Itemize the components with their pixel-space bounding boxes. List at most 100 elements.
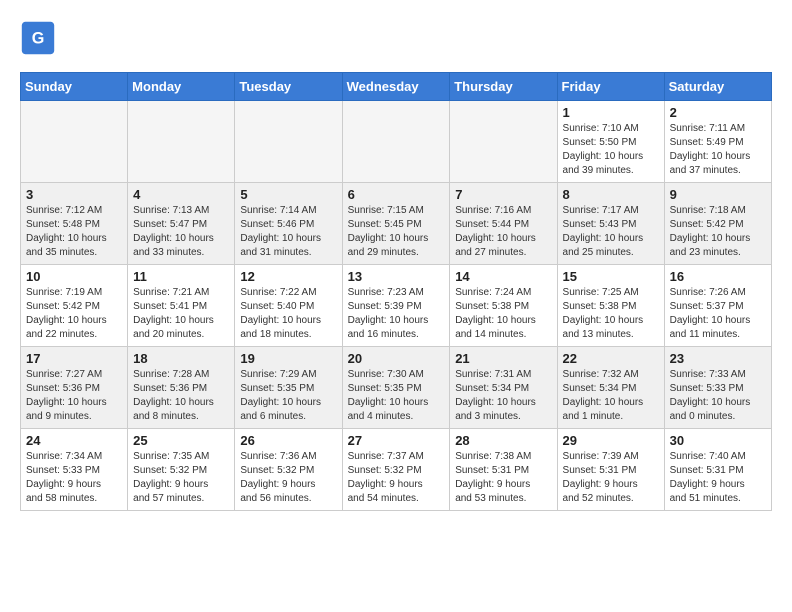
day-info: Sunrise: 7:31 AM Sunset: 5:34 PM Dayligh… — [455, 368, 551, 424]
day-info: Sunrise: 7:25 AM Sunset: 5:38 PM Dayligh… — [563, 286, 659, 342]
day-info: Sunrise: 7:30 AM Sunset: 5:35 PM Dayligh… — [348, 368, 445, 424]
day-info: Sunrise: 7:10 AM Sunset: 5:50 PM Dayligh… — [563, 122, 659, 178]
weekday-header-tuesday: Tuesday — [235, 73, 342, 101]
weekday-header-sunday: Sunday — [21, 73, 128, 101]
day-number: 7 — [455, 187, 551, 202]
day-number: 23 — [670, 351, 766, 366]
calendar-day: 18 Sunrise: 7:28 AM Sunset: 5:36 PM Dayli… — [128, 347, 235, 429]
day-info: Sunrise: 7:19 AM Sunset: 5:42 PM Dayligh… — [26, 286, 122, 342]
day-info: Sunrise: 7:11 AM Sunset: 5:49 PM Dayligh… — [670, 122, 766, 178]
day-number: 27 — [348, 433, 445, 448]
calendar-day: 16 Sunrise: 7:26 AM Sunset: 5:37 PM Dayli… — [664, 265, 771, 347]
day-number: 30 — [670, 433, 766, 448]
day-number: 17 — [26, 351, 122, 366]
day-info: Sunrise: 7:32 AM Sunset: 5:34 PM Dayligh… — [563, 368, 659, 424]
calendar-day: 29 Sunrise: 7:39 AM Sunset: 5:31 PM Dayli… — [557, 429, 664, 511]
weekday-header-thursday: Thursday — [450, 73, 557, 101]
day-number: 28 — [455, 433, 551, 448]
day-info: Sunrise: 7:33 AM Sunset: 5:33 PM Dayligh… — [670, 368, 766, 424]
day-info: Sunrise: 7:24 AM Sunset: 5:38 PM Dayligh… — [455, 286, 551, 342]
weekday-header-wednesday: Wednesday — [342, 73, 450, 101]
day-info: Sunrise: 7:23 AM Sunset: 5:39 PM Dayligh… — [348, 286, 445, 342]
svg-text:G: G — [32, 29, 45, 47]
day-number: 1 — [563, 105, 659, 120]
calendar-day: 12Sunrise: 7:22 AM Sunset: 5:40 PM Dayli… — [235, 265, 342, 347]
day-number: 29 — [563, 433, 659, 448]
day-info: Sunrise: 7:18 AM Sunset: 5:42 PM Dayligh… — [670, 204, 766, 260]
calendar-table: SundayMondayTuesdayWednesdayThursdayFrid… — [20, 72, 772, 511]
calendar-week-row: 24Sunrise: 7:34 AM Sunset: 5:33 PM Dayli… — [21, 429, 772, 511]
day-info: Sunrise: 7:34 AM Sunset: 5:33 PM Dayligh… — [26, 450, 122, 506]
day-number: 21 — [455, 351, 551, 366]
logo: G — [20, 20, 62, 56]
calendar-day — [342, 101, 450, 183]
calendar-day: 20Sunrise: 7:30 AM Sunset: 5:35 PM Dayli… — [342, 347, 450, 429]
day-info: Sunrise: 7:26 AM Sunset: 5:37 PM Dayligh… — [670, 286, 766, 342]
day-number: 14 — [455, 269, 551, 284]
day-info: Sunrise: 7:14 AM Sunset: 5:46 PM Dayligh… — [240, 204, 336, 260]
calendar-day — [128, 101, 235, 183]
day-number: 22 — [563, 351, 659, 366]
calendar-day: 1 Sunrise: 7:10 AM Sunset: 5:50 PM Daylig… — [557, 101, 664, 183]
day-number: 19 — [240, 351, 336, 366]
day-number: 3 — [26, 187, 122, 202]
weekday-header-row: SundayMondayTuesdayWednesdayThursdayFrid… — [21, 73, 772, 101]
day-info: Sunrise: 7:28 AM Sunset: 5:36 PM Dayligh… — [133, 368, 229, 424]
calendar-day: 6 Sunrise: 7:15 AM Sunset: 5:45 PM Daylig… — [342, 183, 450, 265]
day-info: Sunrise: 7:16 AM Sunset: 5:44 PM Dayligh… — [455, 204, 551, 260]
calendar-day: 5Sunrise: 7:14 AM Sunset: 5:46 PM Daylig… — [235, 183, 342, 265]
calendar-day: 21 Sunrise: 7:31 AM Sunset: 5:34 PM Dayli… — [450, 347, 557, 429]
day-info: Sunrise: 7:12 AM Sunset: 5:48 PM Dayligh… — [26, 204, 122, 260]
calendar-day: 9Sunrise: 7:18 AM Sunset: 5:42 PM Daylig… — [664, 183, 771, 265]
day-number: 25 — [133, 433, 229, 448]
day-number: 8 — [563, 187, 659, 202]
day-info: Sunrise: 7:17 AM Sunset: 5:43 PM Dayligh… — [563, 204, 659, 260]
day-number: 18 — [133, 351, 229, 366]
day-info: Sunrise: 7:35 AM Sunset: 5:32 PM Dayligh… — [133, 450, 229, 506]
calendar-day: 27 Sunrise: 7:37 AM Sunset: 5:32 PM Dayli… — [342, 429, 450, 511]
calendar-day: 8 Sunrise: 7:17 AM Sunset: 5:43 PM Daylig… — [557, 183, 664, 265]
calendar-day: 22 Sunrise: 7:32 AM Sunset: 5:34 PM Dayli… — [557, 347, 664, 429]
day-info: Sunrise: 7:40 AM Sunset: 5:31 PM Dayligh… — [670, 450, 766, 506]
day-info: Sunrise: 7:36 AM Sunset: 5:32 PM Dayligh… — [240, 450, 336, 506]
calendar-week-row: 17Sunrise: 7:27 AM Sunset: 5:36 PM Dayli… — [21, 347, 772, 429]
calendar-day: 13Sunrise: 7:23 AM Sunset: 5:39 PM Dayli… — [342, 265, 450, 347]
day-number: 16 — [670, 269, 766, 284]
weekday-header-monday: Monday — [128, 73, 235, 101]
calendar-day: 17Sunrise: 7:27 AM Sunset: 5:36 PM Dayli… — [21, 347, 128, 429]
calendar-day: 11Sunrise: 7:21 AM Sunset: 5:41 PM Dayli… — [128, 265, 235, 347]
calendar-day — [450, 101, 557, 183]
weekday-header-saturday: Saturday — [664, 73, 771, 101]
day-info: Sunrise: 7:39 AM Sunset: 5:31 PM Dayligh… — [563, 450, 659, 506]
day-info: Sunrise: 7:37 AM Sunset: 5:32 PM Dayligh… — [348, 450, 445, 506]
calendar-day: 10 Sunrise: 7:19 AM Sunset: 5:42 PM Dayli… — [21, 265, 128, 347]
day-number: 11 — [133, 269, 229, 284]
day-number: 2 — [670, 105, 766, 120]
day-info: Sunrise: 7:15 AM Sunset: 5:45 PM Dayligh… — [348, 204, 445, 260]
calendar-week-row: 1 Sunrise: 7:10 AM Sunset: 5:50 PM Daylig… — [21, 101, 772, 183]
calendar-day: 3 Sunrise: 7:12 AM Sunset: 5:48 PM Daylig… — [21, 183, 128, 265]
calendar-day: 28 Sunrise: 7:38 AM Sunset: 5:31 PM Dayli… — [450, 429, 557, 511]
day-info: Sunrise: 7:29 AM Sunset: 5:35 PM Dayligh… — [240, 368, 336, 424]
day-info: Sunrise: 7:38 AM Sunset: 5:31 PM Dayligh… — [455, 450, 551, 506]
day-info: Sunrise: 7:13 AM Sunset: 5:47 PM Dayligh… — [133, 204, 229, 260]
day-number: 6 — [348, 187, 445, 202]
day-info: Sunrise: 7:22 AM Sunset: 5:40 PM Dayligh… — [240, 286, 336, 342]
calendar-day: 24Sunrise: 7:34 AM Sunset: 5:33 PM Dayli… — [21, 429, 128, 511]
calendar-week-row: 3 Sunrise: 7:12 AM Sunset: 5:48 PM Daylig… — [21, 183, 772, 265]
calendar-day: 26 Sunrise: 7:36 AM Sunset: 5:32 PM Dayli… — [235, 429, 342, 511]
day-number: 10 — [26, 269, 122, 284]
page-header: G — [20, 20, 772, 56]
calendar-day: 14 Sunrise: 7:24 AM Sunset: 5:38 PM Dayli… — [450, 265, 557, 347]
weekday-header-friday: Friday — [557, 73, 664, 101]
calendar-day: 19 Sunrise: 7:29 AM Sunset: 5:35 PM Dayli… — [235, 347, 342, 429]
calendar-day: 7 Sunrise: 7:16 AM Sunset: 5:44 PM Daylig… — [450, 183, 557, 265]
calendar-day — [235, 101, 342, 183]
calendar-day: 4 Sunrise: 7:13 AM Sunset: 5:47 PM Daylig… — [128, 183, 235, 265]
calendar-day: 15Sunrise: 7:25 AM Sunset: 5:38 PM Dayli… — [557, 265, 664, 347]
calendar-day — [21, 101, 128, 183]
calendar-week-row: 10 Sunrise: 7:19 AM Sunset: 5:42 PM Dayli… — [21, 265, 772, 347]
calendar-day: 23 Sunrise: 7:33 AM Sunset: 5:33 PM Dayli… — [664, 347, 771, 429]
day-number: 26 — [240, 433, 336, 448]
day-number: 4 — [133, 187, 229, 202]
